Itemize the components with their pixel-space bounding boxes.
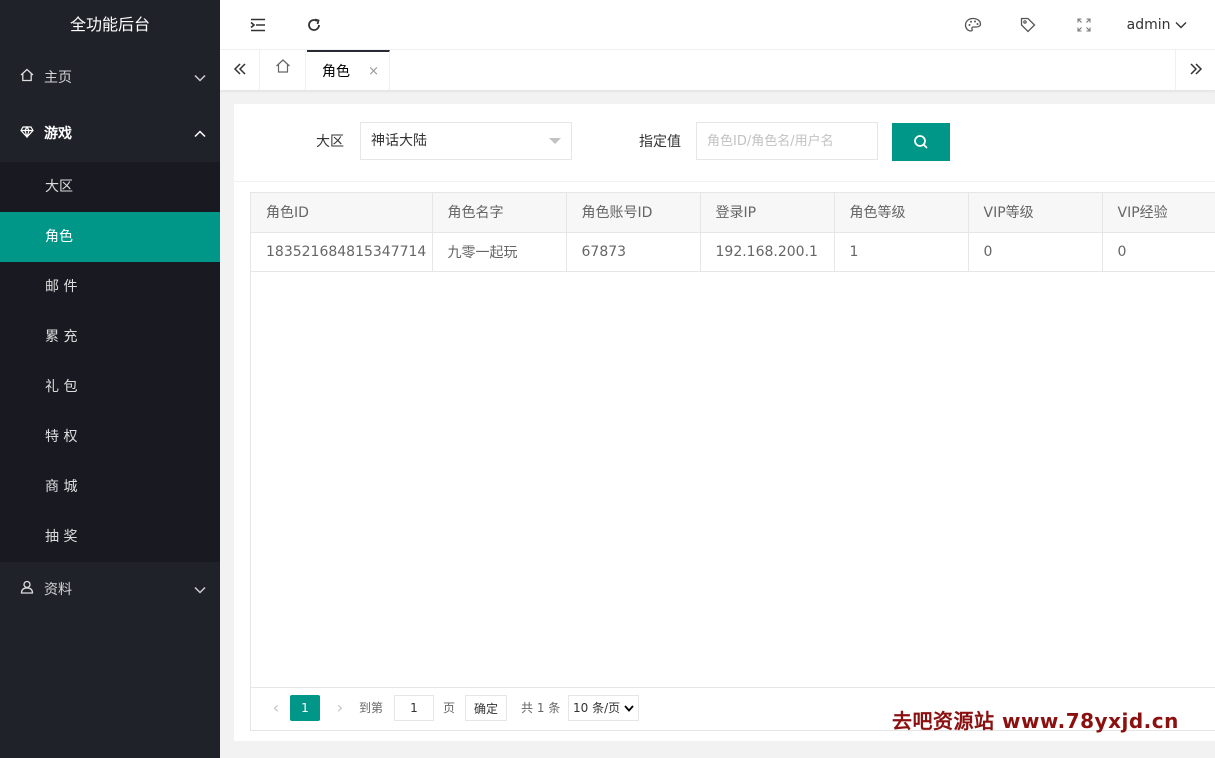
sidebar-group-game[interactable]: 游戏 [0, 106, 220, 162]
next-page-icon[interactable]: › [325, 695, 355, 721]
chevron-down-icon [194, 562, 206, 618]
region-label: 大区 [316, 134, 344, 150]
goto-label: 到第 [359, 701, 384, 715]
table-cell: 192.168.200.1 [700, 232, 835, 272]
search-button[interactable] [892, 123, 950, 161]
sidebar-item-lottery[interactable]: 抽 奖 [0, 512, 220, 562]
sidebar-group-home[interactable]: 主页 [0, 50, 220, 106]
sidebar-group-profile[interactable]: 资料 [0, 562, 220, 618]
user-menu[interactable]: admin [1127, 0, 1187, 50]
caret-down-icon [549, 138, 561, 144]
home-tab-icon[interactable] [260, 50, 306, 90]
total-count: 共 1 条 [521, 701, 561, 715]
sidebar-item-role[interactable]: 角色 [0, 212, 220, 262]
column-header[interactable]: 角色名字 [432, 193, 567, 233]
column-header[interactable]: 角色账号ID [566, 193, 701, 233]
column-header[interactable]: 角色等级 [834, 193, 969, 233]
page-size-select[interactable]: 10 条/页 [568, 695, 639, 721]
value-label: 指定值 [639, 134, 681, 150]
sidebar: 全功能后台 主页 游戏 大区 角色 邮 件 累 充 礼 包 特 权 商 城 抽 … [0, 0, 220, 758]
sidebar-item-gift[interactable]: 礼 包 [0, 362, 220, 412]
close-icon[interactable]: × [368, 52, 379, 92]
refresh-icon[interactable] [294, 0, 334, 50]
chevron-down-icon [624, 701, 634, 715]
sidebar-item-privilege[interactable]: 特 权 [0, 412, 220, 462]
sidebar-group-label: 资料 [44, 582, 72, 598]
goto-page-input[interactable] [394, 695, 434, 721]
table-cell: 1 [834, 232, 969, 272]
search-icon [892, 134, 950, 150]
sidebar-group-label: 主页 [44, 70, 72, 86]
top-header: admin [220, 0, 1215, 50]
page-label: 页 [443, 701, 456, 715]
chevron-down-icon [1175, 17, 1187, 33]
tabs-scroll-left-icon[interactable] [220, 50, 260, 90]
region-select[interactable]: 神话大陆 [360, 122, 572, 160]
sidebar-item-mail[interactable]: 邮 件 [0, 262, 220, 312]
table-cell: 0 [1102, 232, 1215, 272]
tabs-bar: 角色 × [220, 50, 1215, 91]
tab-role[interactable]: 角色 × [307, 50, 390, 90]
sidebar-item-region[interactable]: 大区 [0, 162, 220, 212]
tag-icon[interactable] [1008, 0, 1048, 50]
tabs-scroll-right-icon[interactable] [1175, 50, 1215, 90]
page-current[interactable]: 1 [290, 695, 320, 721]
content-panel: 大区 神话大陆 指定值 角色ID 角色名字 角色账号ID 登录IP [234, 104, 1215, 741]
sidebar-group-label: 游戏 [44, 126, 72, 142]
user-icon [20, 563, 34, 619]
table-cell: 183521684815347714 [251, 232, 433, 272]
data-table: 角色ID 角色名字 角色账号ID 登录IP 角色等级 VIP等级 VIP经验 1… [251, 193, 1215, 272]
column-header[interactable]: 登录IP [700, 193, 835, 233]
page-size-value: 10 条/页 [573, 701, 621, 715]
table-cell: 九零一起玩 [432, 232, 567, 272]
table-cell: 67873 [566, 232, 701, 272]
diamond-icon [20, 107, 34, 163]
user-name: admin [1126, 17, 1171, 33]
search-input[interactable] [696, 122, 878, 160]
menu-fold-icon[interactable] [238, 0, 278, 50]
sidebar-submenu: 大区 角色 邮 件 累 充 礼 包 特 权 商 城 抽 奖 [0, 162, 220, 562]
sidebar-item-shop[interactable]: 商 城 [0, 462, 220, 512]
table-cell: 0 [968, 232, 1103, 272]
table-row[interactable]: 183521684815347714 九零一起玩 67873 192.168.2… [251, 232, 1215, 272]
sidebar-item-recharge[interactable]: 累 充 [0, 312, 220, 362]
palette-icon[interactable] [953, 0, 993, 50]
data-table-container: 角色ID 角色名字 角色账号ID 登录IP 角色等级 VIP等级 VIP经验 1… [250, 192, 1215, 731]
table-header-row: 角色ID 角色名字 角色账号ID 登录IP 角色等级 VIP等级 VIP经验 [251, 193, 1215, 233]
tab-label: 角色 [322, 64, 350, 80]
watermark: 去吧资源站 www.78yxjd.cn [892, 709, 1179, 733]
app-title: 全功能后台 [69, 15, 150, 34]
fullscreen-icon[interactable] [1064, 0, 1104, 50]
column-header[interactable]: 角色ID [251, 193, 433, 233]
prev-page-icon[interactable]: ‹ [261, 695, 291, 721]
chevron-up-icon [194, 106, 206, 162]
home-icon [20, 51, 34, 107]
chevron-down-icon [194, 50, 206, 106]
search-form: 大区 神话大陆 指定值 [234, 104, 1215, 182]
column-header[interactable]: VIP经验 [1102, 193, 1215, 233]
region-select-value: 神话大陆 [371, 133, 427, 149]
goto-confirm-button[interactable]: 确定 [465, 695, 508, 721]
column-header[interactable]: VIP等级 [968, 193, 1103, 233]
